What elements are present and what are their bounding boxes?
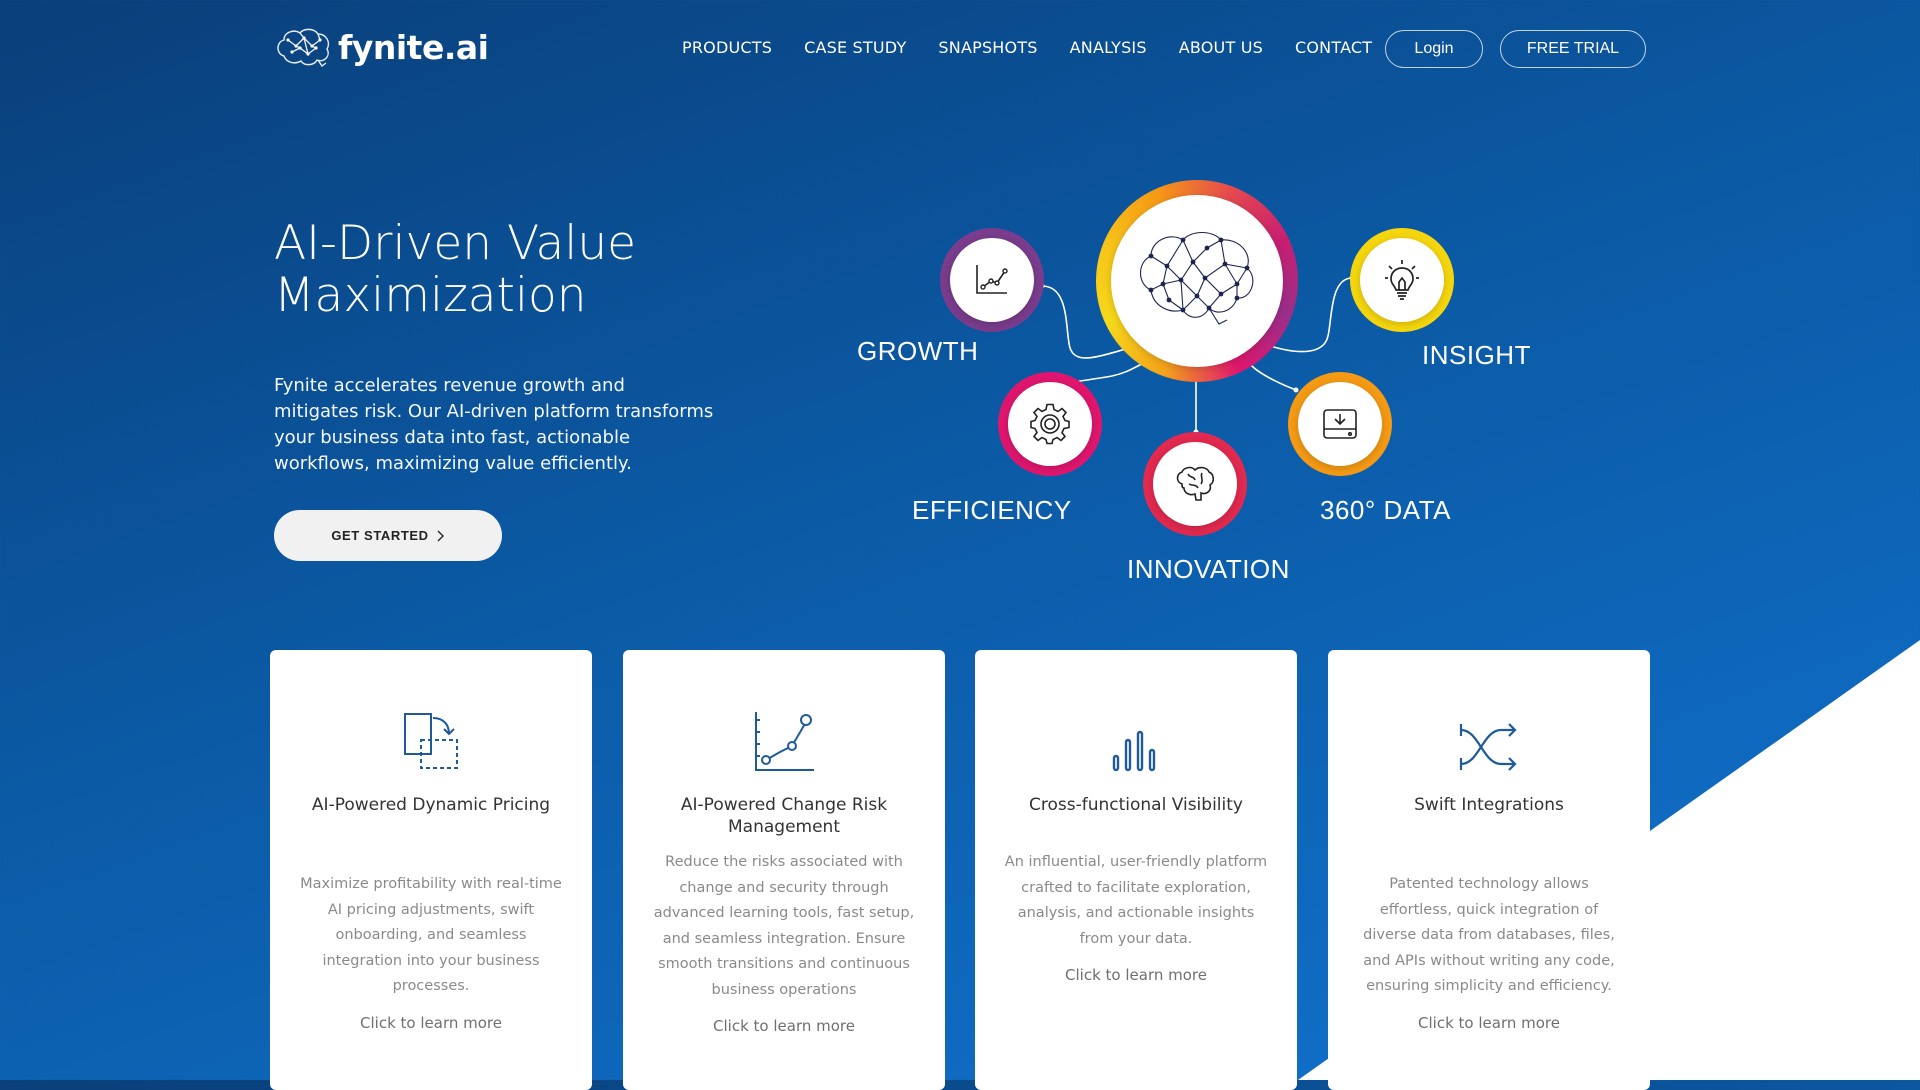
brain-icon — [1176, 466, 1215, 501]
lightbulb-icon — [1385, 260, 1419, 300]
free-trial-button[interactable]: FREE TRIAL — [1500, 30, 1646, 68]
card-title: AI-Powered Change Risk Management — [680, 795, 888, 837]
main-nav: PRODUCTS CASE STUDY SNAPSHOTS ANALYSIS A… — [682, 38, 1404, 57]
efficiency-node — [998, 372, 1102, 476]
gear-icon — [1030, 403, 1070, 445]
logo[interactable]: fynite.ai — [274, 26, 489, 68]
data-node — [1288, 372, 1392, 476]
card-title: AI-Powered Dynamic Pricing — [311, 795, 551, 815]
nav-contact[interactable]: CONTACT — [1295, 38, 1372, 57]
card-text: Patented technology allows effortless, q… — [1363, 876, 1615, 994]
efficiency-label: EFFICIENCY — [912, 495, 1072, 525]
innovation-label: INNOVATION — [1127, 554, 1290, 584]
card-text: Reduce the risks associated with change … — [653, 854, 915, 998]
login-button[interactable]: Login — [1385, 30, 1483, 68]
nav-about-us[interactable]: ABOUT US — [1179, 38, 1263, 57]
brand-name: fynite.ai — [338, 27, 489, 67]
brain-logo-icon — [277, 28, 330, 68]
learn-more-link[interactable]: Click to learn more — [294, 1014, 568, 1032]
card-text: Maximize profitability with real-time AI… — [300, 876, 562, 994]
center-brain-node — [1096, 180, 1298, 382]
shuffle-icon — [1459, 723, 1517, 771]
brain-network-icon — [1139, 231, 1254, 325]
learn-more-link[interactable]: Click to learn more — [647, 1017, 921, 1035]
data-label: 360° DATA — [1320, 495, 1451, 525]
card-dynamic-pricing[interactable]: AI-Powered Dynamic Pricing Maximize prof… — [270, 650, 592, 1090]
nav-products[interactable]: PRODUCTS — [682, 38, 772, 57]
card-swift-integrations[interactable]: Swift Integrations Patented technology a… — [1328, 650, 1650, 1090]
chevron-right-icon — [437, 530, 444, 541]
growth-label: GROWTH — [857, 336, 979, 366]
hero-title: AI-Driven Value Maximization — [274, 216, 637, 323]
nav-analysis[interactable]: ANALYSIS — [1070, 38, 1147, 57]
card-text: An influential, user-friendly platform c… — [1004, 854, 1268, 947]
insight-node — [1350, 228, 1454, 332]
growth-node — [940, 228, 1044, 332]
line-chart-icon — [976, 265, 1008, 294]
card-change-risk[interactable]: AI-Powered Change Risk Management Reduce… — [623, 650, 945, 1090]
risk-chart-icon — [755, 712, 814, 771]
insight-label: INSIGHT — [1422, 340, 1531, 370]
get-started-label: GET STARTED — [331, 528, 429, 543]
learn-more-link[interactable]: Click to learn more — [1352, 1014, 1626, 1032]
hero-description: Fynite accelerates revenue growth and mi… — [274, 375, 714, 474]
get-started-button[interactable]: GET STARTED — [274, 510, 502, 561]
card-title: Swift Integrations — [1414, 795, 1564, 815]
nav-snapshots[interactable]: SNAPSHOTS — [938, 38, 1037, 57]
innovation-node — [1143, 432, 1247, 536]
nav-case-study[interactable]: CASE STUDY — [804, 38, 906, 57]
learn-more-link[interactable]: Click to learn more — [999, 966, 1273, 984]
card-title: Cross-functional Visibility — [1029, 795, 1243, 815]
dynamic-pricing-icon — [404, 713, 458, 769]
storage-download-icon — [1323, 409, 1357, 439]
value-diagram: GROWTH INSIGHT EFFICIENCY 360° DATA INNO… — [840, 170, 1560, 600]
bar-chart-icon — [1112, 730, 1156, 772]
card-cross-functional[interactable]: Cross-functional Visibility An influenti… — [975, 650, 1297, 1090]
